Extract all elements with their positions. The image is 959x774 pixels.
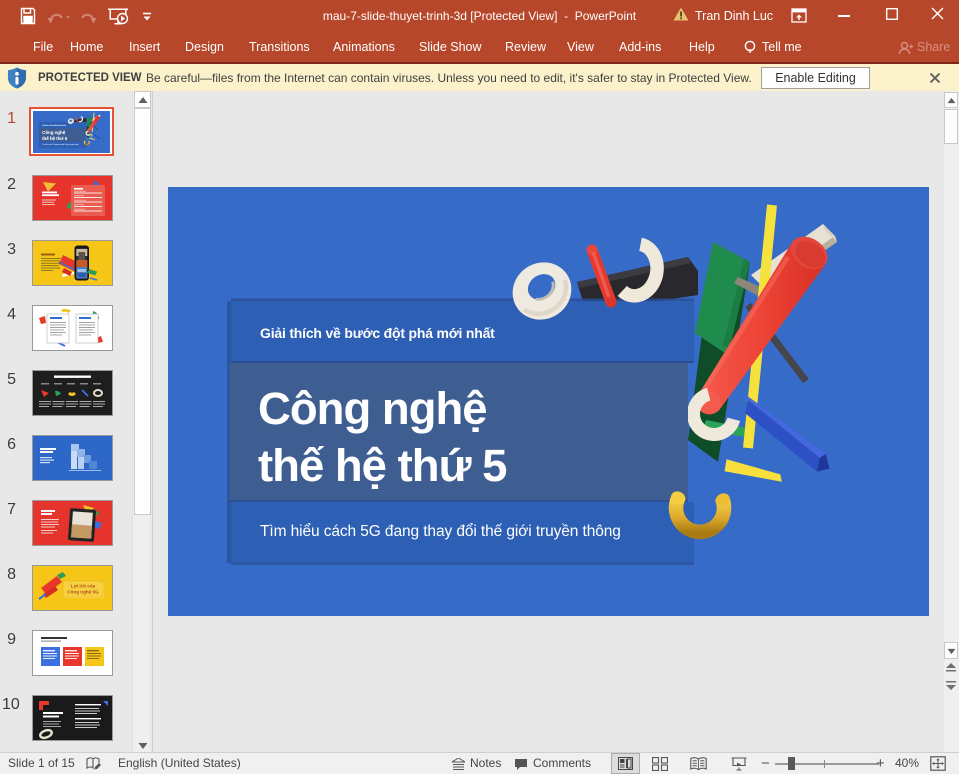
svg-text:Giải thích về bước đột phá mới: Giải thích về bước đột phá mới nhất bbox=[260, 325, 495, 341]
svg-text:Tìm hiểu cách 5G đang thay đổi: Tìm hiểu cách 5G đang thay đổi thế giới … bbox=[260, 523, 621, 540]
svg-text:thế hệ thứ 5: thế hệ thứ 5 bbox=[258, 440, 507, 491]
svg-text:Công nghệ 5G: Công nghệ 5G bbox=[67, 590, 99, 595]
svg-text:Công nghệ: Công nghệ bbox=[258, 383, 487, 434]
svg-text:Lợi ích của: Lợi ích của bbox=[71, 584, 96, 589]
